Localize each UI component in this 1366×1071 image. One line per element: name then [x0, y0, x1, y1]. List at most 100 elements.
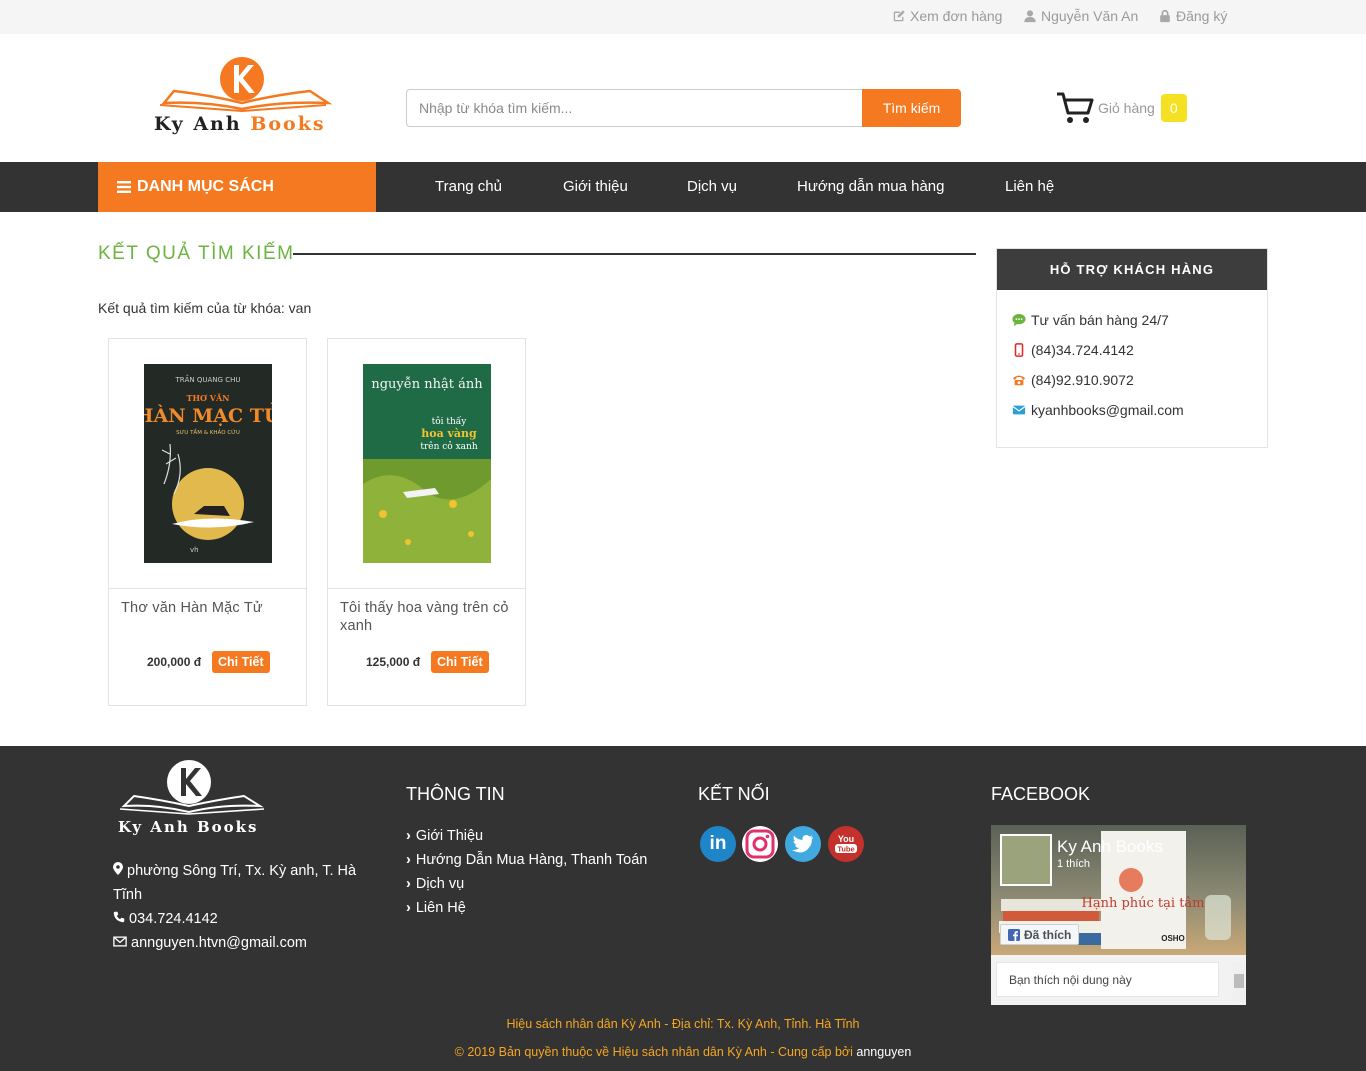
- facebook-icon: [1008, 928, 1020, 941]
- footer-phone-icon: [113, 911, 129, 927]
- book-category-label: DANH MỤC SÁCH: [137, 178, 274, 195]
- cover-author: nguyễn nhật ánh: [371, 376, 483, 392]
- footer-logo-text: Ky Anh Books: [118, 818, 259, 836]
- product-image-area[interactable]: TRẦN QUANG CHU THƠ VĂN HÀN MẠC TỬ SƯU TẦ…: [109, 339, 306, 589]
- book-cover-hoa-vang[interactable]: nguyễn nhật ánh tôi thấy hoa vàng trên c…: [363, 364, 491, 563]
- fb-page-name: Ky Anh Books: [1057, 837, 1163, 856]
- footer-link-services[interactable]: › Dịch vụ: [406, 876, 464, 892]
- footer-phone-text: 034.724.4142: [129, 911, 218, 927]
- footer-link-contact-label: Liên Hệ: [415, 900, 466, 916]
- twitter-icon[interactable]: [785, 826, 821, 862]
- support-chat-text: Tư vấn bán hàng 24/7: [1031, 312, 1169, 328]
- fb-scrollbar[interactable]: [1232, 962, 1246, 1002]
- logo-text-books: Books: [250, 113, 326, 135]
- support-item-chat: Tư vấn bán hàng 24/7: [1012, 312, 1169, 328]
- cover-author: TRẦN QUANG CHU: [175, 374, 241, 384]
- footer-email[interactable]: annguyen.htvn@gmail.com: [113, 931, 307, 955]
- site-logo[interactable]: Ky Anh Books: [150, 55, 340, 139]
- menu-icon: [117, 181, 131, 193]
- nav-item-services[interactable]: Dịch vụ: [687, 178, 737, 195]
- cover-title-line2: hoa vàng: [421, 427, 477, 440]
- facebook-cover-image: Hạnh phúc tại tâm OSHO Ky Anh Books 1 th…: [991, 825, 1246, 955]
- view-orders-link[interactable]: Xem đơn hàng: [892, 8, 1002, 24]
- support-email: kyanhbooks@gmail.com: [1031, 402, 1184, 418]
- footer-link-about[interactable]: › Giới Thiệu: [406, 828, 483, 844]
- chevron-right-icon: ›: [406, 828, 411, 844]
- support-item-mobile[interactable]: (84)34.724.4142: [1012, 342, 1134, 358]
- footer-info-title: THÔNG TIN: [406, 784, 505, 804]
- linkedin-icon[interactable]: in: [700, 826, 736, 862]
- user-account-link[interactable]: Nguyễn Văn An: [1023, 8, 1138, 24]
- cover-subtitle: SƯU TẦM & KHẢO CỨU: [176, 428, 240, 436]
- footer-address: phường Sông Trí, Tx. Kỳ anh, T. Hà Tĩnh: [113, 859, 363, 907]
- lock-icon: [1160, 9, 1170, 23]
- mobile-phone-icon: [1014, 343, 1024, 357]
- main-nav: DANH MỤC SÁCH Trang chủ Giới thiệu Dịch …: [0, 162, 1366, 212]
- search-button[interactable]: Tìm kiếm: [862, 89, 961, 127]
- footer-address-line: Hiệu sách nhân dân Kỳ Anh - Địa chỉ: Tx.…: [506, 1017, 860, 1031]
- detail-button[interactable]: Chi Tiết: [212, 651, 270, 673]
- fb-like-count: 1 thích: [1057, 858, 1090, 870]
- register-link[interactable]: Đăng ký: [1158, 8, 1227, 24]
- fb-book-title: Hạnh phúc tại tâm: [1081, 896, 1204, 911]
- book-category-menu[interactable]: DANH MỤC SÁCH: [98, 162, 376, 212]
- logo-text-main: Ky Anh: [154, 113, 242, 135]
- cover-title: HÀN MẠC TỬ: [144, 401, 272, 427]
- user-name: Nguyễn Văn An: [1041, 8, 1139, 24]
- product-name[interactable]: Tôi thấy hoa vàng trên cỏ xanh: [340, 599, 520, 635]
- product-price: 200,000 đ: [147, 655, 202, 669]
- footer-email-text: annguyen.htvn@gmail.com: [131, 935, 307, 951]
- user-icon: [1024, 10, 1036, 23]
- cover-title-line1: tôi thấy: [432, 416, 468, 427]
- product-price: 125,000 đ: [366, 655, 421, 669]
- map-marker-icon: [113, 862, 127, 879]
- nav-item-home[interactable]: Trang chủ: [435, 178, 502, 195]
- svg-text:Tube: Tube: [837, 845, 854, 854]
- footer-address-text: phường Sông Trí, Tx. Kỳ anh, T. Hà Tĩnh: [113, 863, 357, 903]
- footer-link-contact[interactable]: › Liên Hệ: [406, 900, 466, 916]
- footer-author-link[interactable]: annguyen: [856, 1045, 911, 1059]
- support-mobile-number: (84)34.724.4142: [1031, 342, 1134, 358]
- product-image-area[interactable]: nguyễn nhật ánh tôi thấy hoa vàng trên c…: [328, 339, 525, 589]
- view-orders-label: Xem đơn hàng: [910, 8, 1003, 24]
- nav-item-about[interactable]: Giới thiệu: [563, 178, 628, 195]
- support-item-phone[interactable]: (84)92.910.9072: [1012, 372, 1134, 388]
- footer-phone[interactable]: 034.724.4142: [113, 907, 218, 931]
- footer-envelope-icon: [113, 935, 131, 951]
- cart-link[interactable]: Giỏ hàng 0: [1056, 91, 1187, 125]
- chevron-right-icon: ›: [406, 900, 411, 916]
- detail-button[interactable]: Chi Tiết: [431, 651, 489, 673]
- facebook-page-widget[interactable]: Hạnh phúc tại tâm OSHO Ky Anh Books 1 th…: [991, 825, 1246, 1005]
- footer-copyright: © 2019 Bản quyền thuộc về Hiệu sách nhân…: [0, 1045, 1366, 1059]
- book-logo-icon: [159, 57, 333, 113]
- cart-icon: [1057, 92, 1094, 123]
- chevron-right-icon: ›: [406, 876, 411, 892]
- fb-liked-button[interactable]: Đã thích: [1000, 924, 1080, 945]
- support-phone-number: (84)92.910.9072: [1031, 372, 1134, 388]
- support-title: HỖ TRỢ KHÁCH HÀNG: [997, 249, 1267, 290]
- footer-connect-title: KẾT NỐI: [698, 784, 770, 804]
- product-name[interactable]: Thơ văn Hàn Mặc Tử: [121, 599, 301, 617]
- youtube-icon[interactable]: You Tube: [828, 826, 864, 862]
- envelope-icon: [1012, 405, 1026, 415]
- footer-link-shopping-guide[interactable]: › Hướng Dẫn Mua Hàng, Thanh Toán: [406, 852, 647, 868]
- cover-publisher: vh: [190, 546, 199, 554]
- instagram-icon[interactable]: [742, 826, 778, 862]
- nav-item-contact[interactable]: Liên hệ: [1005, 178, 1054, 195]
- chevron-right-icon: ›: [406, 852, 411, 868]
- footer-link-shopping-guide-label: Hướng Dẫn Mua Hàng, Thanh Toán: [415, 852, 648, 868]
- product-card: nguyễn nhật ánh tôi thấy hoa vàng trên c…: [327, 338, 526, 706]
- page-title: KẾT QUẢ TÌM KIẾM: [98, 243, 295, 264]
- search-form: Tìm kiếm: [406, 89, 961, 127]
- nav-item-shopping-guide[interactable]: Hướng dẫn mua hàng: [797, 178, 944, 195]
- footer-logo[interactable]: Ky Anh Books: [118, 758, 268, 838]
- search-input[interactable]: [406, 89, 862, 127]
- book-cover-han-mac-tu[interactable]: TRẦN QUANG CHU THƠ VĂN HÀN MẠC TỬ SƯU TẦ…: [144, 364, 272, 563]
- fb-comment-input[interactable]: Bạn thích nội dung này: [996, 962, 1219, 997]
- cart-count-badge: 0: [1160, 94, 1187, 122]
- register-label: Đăng ký: [1176, 8, 1228, 24]
- phone-icon: [1012, 375, 1026, 386]
- footer-book-logo-icon: [119, 760, 265, 815]
- support-item-email[interactable]: kyanhbooks@gmail.com: [1012, 402, 1184, 418]
- site-footer: Ky Anh Books phường Sông Trí, Tx. Kỳ anh…: [0, 746, 1366, 1071]
